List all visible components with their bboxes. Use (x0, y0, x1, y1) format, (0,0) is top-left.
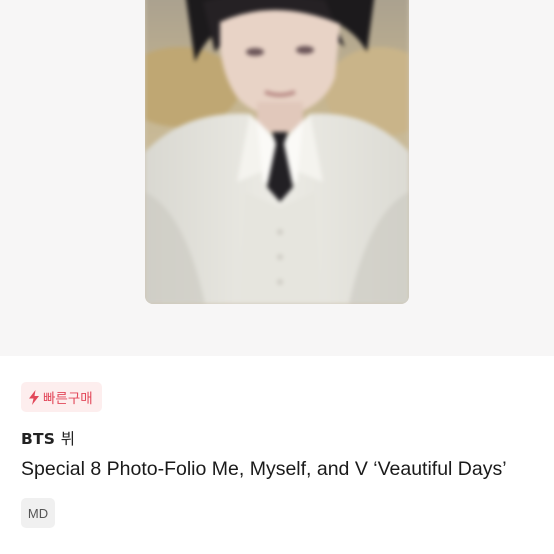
product-photo[interactable] (145, 0, 409, 304)
fast-purchase-badge: 빠른구매 (21, 382, 102, 412)
artist-member: 뷔 (60, 430, 76, 448)
lightning-bolt-icon (28, 389, 40, 405)
fast-purchase-label: 빠른구매 (43, 391, 93, 407)
product-info: 빠른구매 BTS 뷔 Special 8 Photo-Folio Me, Mys… (0, 356, 554, 554)
category-badge: MD (21, 498, 55, 528)
photo-illustration (145, 0, 409, 304)
product-image-area[interactable] (0, 0, 554, 356)
artist-group: BTS (21, 430, 56, 448)
product-title: Special 8 Photo-Folio Me, Myself, and V … (21, 458, 507, 480)
artist-name[interactable]: BTS 뷔 (21, 427, 75, 449)
